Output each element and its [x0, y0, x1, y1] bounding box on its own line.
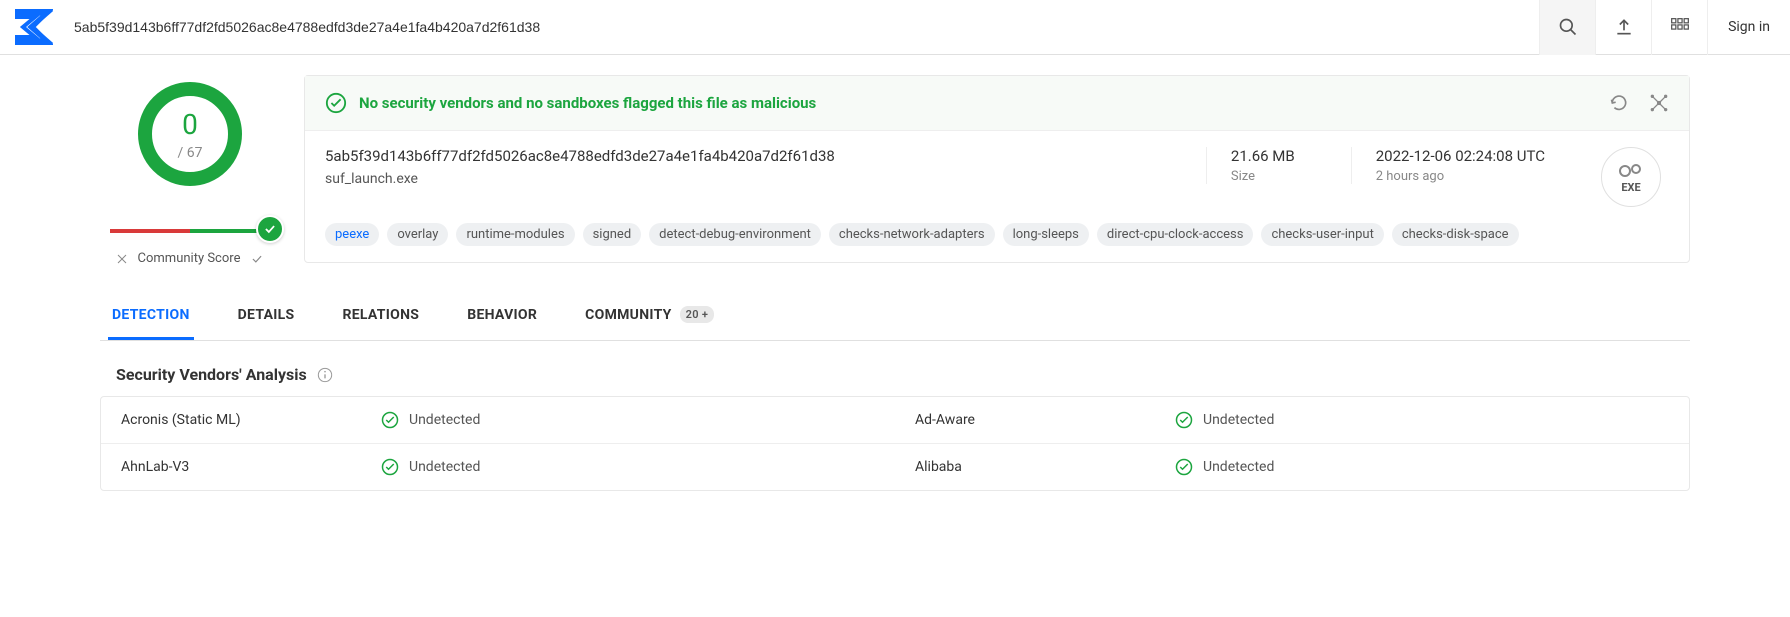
tag-cpu-clock[interactable]: direct-cpu-clock-access — [1097, 223, 1254, 246]
tab-relations[interactable]: RELATIONS — [338, 293, 423, 340]
section-title: Security Vendors' Analysis — [116, 365, 1690, 384]
vendor-cell: Acronis (Static ML) Undetected — [101, 397, 895, 443]
tab-details[interactable]: DETAILS — [234, 293, 299, 340]
apps-grid-icon — [1670, 17, 1690, 37]
upload-button[interactable] — [1595, 0, 1651, 55]
tab-community-label: COMMUNITY — [585, 307, 671, 323]
vendor-table: Acronis (Static ML) Undetected Ad-Aware … — [100, 396, 1690, 491]
file-name: suf_launch.exe — [325, 171, 1174, 187]
tag-checks-network[interactable]: checks-network-adapters — [829, 223, 995, 246]
details-panel: No security vendors and no sandboxes fla… — [304, 75, 1690, 263]
upload-icon — [1614, 17, 1634, 37]
close-icon[interactable] — [116, 253, 128, 265]
tags: peexe overlay runtime-modules signed det… — [305, 223, 1689, 262]
topbar-actions: Sign in — [1539, 0, 1790, 54]
score-ring: 0 / 67 — [135, 79, 245, 189]
meta-date: 2022-12-06 02:24:08 UTC 2 hours ago — [1351, 147, 1569, 184]
vendor-result-text: Undetected — [409, 412, 480, 428]
search-icon — [1558, 17, 1578, 37]
vendor-name: Ad-Aware — [915, 412, 1175, 428]
community-score-label: Community Score — [138, 251, 241, 266]
undetected-icon — [1175, 411, 1193, 429]
undetected-icon — [381, 458, 399, 476]
date-label: 2 hours ago — [1376, 169, 1545, 184]
tab-community[interactable]: COMMUNITY 20 + — [581, 292, 718, 340]
banner: No security vendors and no sandboxes fla… — [305, 76, 1689, 131]
tag-disk-space[interactable]: checks-disk-space — [1392, 223, 1519, 246]
signin-button[interactable]: Sign in — [1707, 0, 1790, 55]
search-button[interactable] — [1539, 0, 1595, 55]
sigma-logo-icon — [13, 7, 53, 47]
meta-size: 21.66 MB Size — [1206, 147, 1319, 184]
main: 0 / 67 Community Score — [0, 55, 1790, 491]
community-count-badge: 20 + — [680, 306, 715, 323]
vendor-result: Undetected — [381, 411, 875, 429]
filetype-label: EXE — [1621, 181, 1640, 194]
tag-signed[interactable]: signed — [583, 223, 642, 246]
vendor-result-text: Undetected — [1203, 412, 1274, 428]
score-area: 0 / 67 Community Score — [100, 75, 280, 266]
tab-behavior[interactable]: BEHAVIOR — [463, 293, 541, 340]
search-input[interactable] — [66, 0, 1539, 54]
overview: 0 / 67 Community Score — [100, 75, 1690, 266]
reanalyze-icon[interactable] — [1609, 93, 1629, 113]
size-label: Size — [1231, 169, 1295, 184]
apps-button[interactable] — [1651, 0, 1707, 55]
vendor-name: Alibaba — [915, 459, 1175, 475]
file-hash: 5ab5f39d143b6ff77df2fd5026ac8e4788edfd3d… — [325, 147, 1174, 165]
community-bar — [110, 229, 270, 235]
vendor-result: Undetected — [1175, 458, 1669, 476]
check-icon[interactable] — [250, 252, 264, 266]
tag-user-input[interactable]: checks-user-input — [1261, 223, 1383, 246]
topbar: Sign in — [0, 0, 1790, 55]
vendor-cell: AhnLab-V3 Undetected — [101, 444, 895, 490]
tab-detection[interactable]: DETECTION — [108, 293, 194, 340]
tag-peexe[interactable]: peexe — [325, 223, 379, 246]
vendor-row: AhnLab-V3 Undetected Alibaba Undetected — [101, 444, 1689, 490]
exe-gears-icon — [1618, 161, 1644, 181]
vendor-cell: Alibaba Undetected — [895, 444, 1689, 490]
vendor-name: AhnLab-V3 — [121, 459, 381, 475]
vendor-name: Acronis (Static ML) — [121, 412, 381, 428]
file-meta: 5ab5f39d143b6ff77df2fd5026ac8e4788edfd3d… — [305, 131, 1689, 223]
banner-message: No security vendors and no sandboxes fla… — [359, 94, 816, 112]
date-value: 2022-12-06 02:24:08 UTC — [1376, 147, 1545, 165]
logo[interactable] — [8, 2, 58, 52]
vendor-result-text: Undetected — [1203, 459, 1274, 475]
community-score-row: Community Score — [116, 251, 265, 266]
vendor-result-text: Undetected — [409, 459, 480, 475]
vendor-row: Acronis (Static ML) Undetected Ad-Aware … — [101, 397, 1689, 444]
tag-detect-debug[interactable]: detect-debug-environment — [649, 223, 821, 246]
size-value: 21.66 MB — [1231, 147, 1295, 165]
tabs: DETECTION DETAILS RELATIONS BEHAVIOR COM… — [100, 292, 1690, 341]
info-icon[interactable] — [317, 367, 333, 383]
community-check-icon — [256, 215, 284, 243]
score-total: / 67 — [178, 145, 203, 161]
tag-long-sleeps[interactable]: long-sleeps — [1003, 223, 1089, 246]
section-title-text: Security Vendors' Analysis — [116, 365, 307, 384]
vendor-result: Undetected — [381, 458, 875, 476]
filetype-badge: EXE — [1601, 147, 1661, 207]
tag-runtime-modules[interactable]: runtime-modules — [456, 223, 574, 246]
vendor-cell: Ad-Aware Undetected — [895, 397, 1689, 443]
undetected-icon — [381, 411, 399, 429]
tag-overlay[interactable]: overlay — [387, 223, 448, 246]
undetected-icon — [1175, 458, 1193, 476]
graph-icon[interactable] — [1649, 93, 1669, 113]
checkmark-circle-icon — [325, 92, 347, 114]
score-detections: 0 — [182, 108, 198, 141]
vendor-result: Undetected — [1175, 411, 1669, 429]
